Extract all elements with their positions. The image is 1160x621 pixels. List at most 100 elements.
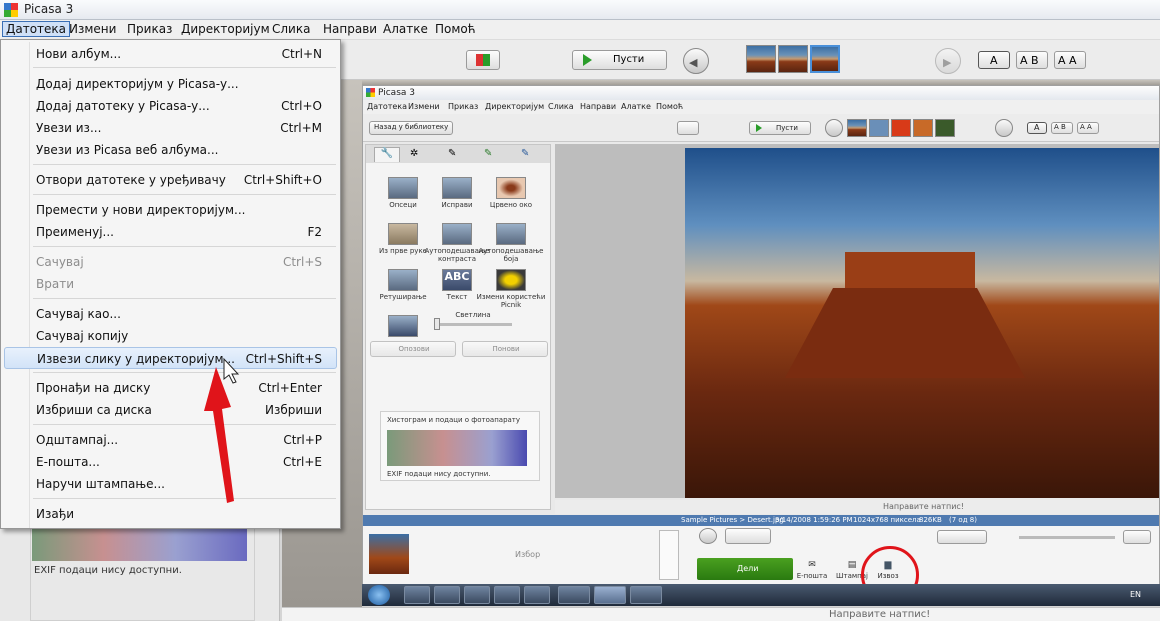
caption-style-ab-button[interactable]: A B <box>1016 51 1048 69</box>
menu-tools[interactable]: Алатке <box>380 22 431 36</box>
share-photos-button[interactable] <box>466 50 500 70</box>
main-photo[interactable] <box>685 148 1159 498</box>
redo-button[interactable]: Понови <box>462 341 548 357</box>
inner-caption-a[interactable]: A <box>1027 122 1047 134</box>
redeye-tool-icon[interactable] <box>496 177 526 199</box>
view-buttons[interactable] <box>937 530 987 544</box>
inner-thumbnail[interactable] <box>891 119 911 137</box>
menu-item-revert[interactable]: Врати <box>31 274 336 294</box>
brush-blue-tab-icon[interactable]: ✎ <box>521 148 529 159</box>
menu-item-import-from[interactable]: Увези из... Ctrl+M <box>31 118 336 138</box>
caption-bar[interactable]: Направите натпис! <box>282 607 1160 621</box>
menu-create[interactable]: Направи <box>320 22 380 36</box>
menu-item-move-to-folder[interactable]: Премести у нови директоријум... <box>31 200 336 220</box>
picnik-tool-icon[interactable] <box>496 269 526 291</box>
inner-menu-create[interactable]: Направи <box>580 102 616 111</box>
taskbar-app[interactable] <box>494 586 520 604</box>
zoom-slider[interactable] <box>1019 536 1115 539</box>
menu-item-print[interactable]: Одштампај... Ctrl+P <box>31 430 336 450</box>
menu-file[interactable]: Датотека <box>2 21 71 37</box>
text-tool-icon[interactable]: ABC <box>442 269 472 291</box>
start-orb-icon[interactable] <box>368 585 390 605</box>
inner-menu-picture[interactable]: Слика <box>548 102 574 111</box>
menu-view[interactable]: Приказ <box>124 22 175 36</box>
menu-item-open-in-editor[interactable]: Отвори датотеке у уређивачу Ctrl+Shift+O <box>31 170 336 190</box>
brightness-slider[interactable] <box>436 323 512 326</box>
inner-play-button[interactable]: Пусти <box>749 121 811 135</box>
brush-tab-icon[interactable]: ✎ <box>448 148 456 159</box>
share-button[interactable]: Дели <box>697 558 793 580</box>
menu-item-new-album[interactable]: Нови албум... Ctrl+N <box>31 44 336 64</box>
menu-item-add-file[interactable]: Додај датотеку у Picasa-у... Ctrl+O <box>31 96 336 116</box>
play-slideshow-button[interactable]: Пусти <box>572 50 667 70</box>
inner-caption-ab[interactable]: A B <box>1051 122 1073 134</box>
menu-item-rename[interactable]: Преименуј... F2 <box>31 222 336 242</box>
inner-thumbnail[interactable] <box>847 119 867 137</box>
taskbar-app[interactable] <box>434 586 460 604</box>
rotate-buttons[interactable] <box>725 528 771 544</box>
previous-photo-button[interactable]: ◀ <box>683 48 709 74</box>
brush-green-tab-icon[interactable]: ✎ <box>484 148 492 159</box>
inner-caption-aa[interactable]: A A <box>1077 122 1099 134</box>
next-photo-button[interactable]: ▶ <box>935 48 961 74</box>
inner-menu-folder[interactable]: Директоријум <box>485 102 544 111</box>
star-button[interactable] <box>699 528 717 544</box>
tray-thumbnail[interactable] <box>369 534 409 574</box>
taskbar-app[interactable] <box>630 586 662 604</box>
menu-item-email[interactable]: Е-пошта... Ctrl+E <box>31 452 336 472</box>
straighten-tool-icon[interactable] <box>442 177 472 199</box>
menu-separator <box>33 67 336 68</box>
tray-side-buttons[interactable] <box>659 530 679 580</box>
inner-thumbnail[interactable] <box>913 119 933 137</box>
redo-label: Понови <box>492 345 520 353</box>
taskbar-app[interactable] <box>464 586 490 604</box>
feeling-lucky-icon[interactable] <box>388 223 418 245</box>
caption-style-a-button[interactable]: A <box>978 51 1010 69</box>
inner-thumbnail[interactable] <box>869 119 889 137</box>
back-to-library-button[interactable]: Назад у библиотеку <box>369 121 453 135</box>
inner-menu-file[interactable]: Датотека <box>367 102 407 111</box>
auto-contrast-icon[interactable] <box>442 223 472 245</box>
retouch-tool-icon[interactable] <box>388 269 418 291</box>
menu-item-save-copy[interactable]: Сачувај копију <box>31 326 336 346</box>
caption-style-aa-button[interactable]: A A <box>1054 51 1086 69</box>
undo-button[interactable]: Опозови <box>370 341 456 357</box>
inner-share-button[interactable] <box>677 121 699 135</box>
inner-thumbnail[interactable] <box>935 119 955 137</box>
taskbar-app[interactable] <box>558 586 590 604</box>
inner-caption-bar[interactable]: Направите натпис! <box>555 500 1159 514</box>
inner-next-button[interactable] <box>995 119 1013 137</box>
menu-folder[interactable]: Директоријум <box>178 22 273 36</box>
menu-item-save-as[interactable]: Сачувај као... <box>31 304 336 324</box>
menu-picture[interactable]: Слика <box>269 22 313 36</box>
tuning-tab-icon[interactable]: ✲ <box>410 148 418 159</box>
wrench-tab-icon[interactable]: 🔧 <box>374 147 400 162</box>
taskbar-app[interactable] <box>404 586 430 604</box>
taskbar-app-active[interactable] <box>594 586 626 604</box>
menu-item-exit[interactable]: Изађи <box>31 504 336 524</box>
menu-item-import-web-albums[interactable]: Увези из Picasa веб албума... <box>31 140 336 160</box>
filmstrip-thumbnail[interactable] <box>778 45 808 73</box>
email-icon[interactable]: ✉ <box>799 560 825 570</box>
menu-item-order-prints[interactable]: Наручи штампање... <box>31 474 336 494</box>
inner-menu-view[interactable]: Приказ <box>448 102 478 111</box>
crop-tool-icon[interactable] <box>388 177 418 199</box>
inner-menu-tools[interactable]: Алатке <box>621 102 651 111</box>
inner-prev-button[interactable] <box>825 119 843 137</box>
filmstrip-thumbnail-selected[interactable] <box>810 45 840 73</box>
menu-help[interactable]: Помоћ <box>432 22 479 36</box>
taskbar-app[interactable] <box>524 586 550 604</box>
language-indicator[interactable]: EN <box>1130 590 1141 599</box>
menu-item-save[interactable]: Сачувај Ctrl+S <box>31 252 336 272</box>
inner-menu-help[interactable]: Помоћ <box>656 102 683 111</box>
menu-item-locate-on-disk[interactable]: Пронађи на диску Ctrl+Enter <box>31 378 336 398</box>
menu-edit[interactable]: Измени <box>66 22 119 36</box>
brightness-slider-handle[interactable] <box>434 318 440 330</box>
filmstrip-thumbnail[interactable] <box>746 45 776 73</box>
auto-color-icon[interactable] <box>496 223 526 245</box>
people-button[interactable] <box>1123 530 1151 544</box>
menu-item-add-folder[interactable]: Додај директоријум у Picasa-у... <box>31 74 336 94</box>
menu-item-export-to-folder[interactable]: Извези слику у директоријум... Ctrl+Shift… <box>4 347 337 369</box>
menu-item-delete-from-disk[interactable]: Избриши са диска Избриши <box>31 400 336 420</box>
inner-menu-edit[interactable]: Измени <box>408 102 440 111</box>
